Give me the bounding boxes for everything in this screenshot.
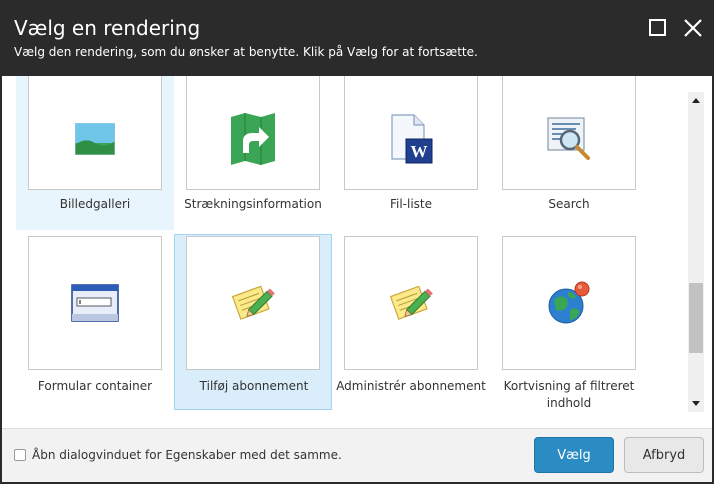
open-properties-option[interactable]: Åbn dialogvinduet for Egenskaber med det… (14, 448, 342, 462)
notepad-pencil-icon (389, 285, 433, 320)
tile-label: Fil-liste (389, 197, 433, 211)
tile-label: Billedgalleri (59, 197, 131, 211)
rendering-tile[interactable]: Strækningsinformation (174, 76, 332, 230)
dialog-subtitle: Vælg den rendering, som du ønsker at ben… (14, 45, 478, 59)
maximize-icon[interactable] (647, 17, 669, 39)
tile-label: Kortvisning af filtreret indhold (503, 379, 635, 410)
tile-thumbnail (502, 236, 636, 370)
rendering-tile[interactable]: Administrér abonnement (332, 234, 490, 410)
scrollbar-thumb[interactable] (689, 283, 703, 353)
dialog-title: Vælg en rendering (14, 16, 201, 40)
rendering-tile[interactable]: Kortvisning af filtreret indhold (490, 234, 648, 410)
dialog-footer: Åbn dialogvinduet for Egenskaber med det… (2, 428, 712, 482)
vertical-scrollbar[interactable] (688, 92, 704, 412)
rendering-tile[interactable]: Billedgalleri (16, 76, 174, 230)
open-properties-checkbox[interactable] (14, 449, 26, 461)
route-sign-icon (231, 112, 275, 165)
rendering-tile[interactable]: W Fil-liste (332, 76, 490, 230)
tile-label: Search (548, 197, 590, 211)
notepad-pencil-icon (231, 285, 275, 320)
rendering-tile-selected[interactable]: Tilføj abonnement (174, 234, 332, 410)
select-button[interactable]: Vælg (534, 437, 614, 473)
tile-thumbnail (28, 236, 162, 370)
tile-thumbnail (186, 236, 320, 370)
rendering-tile[interactable]: Formular container (16, 234, 174, 410)
image-gallery-icon (75, 122, 115, 155)
globe-pin-icon (548, 281, 590, 324)
tile-label: Administrér abonnement (336, 379, 486, 393)
tile-thumbnail (344, 236, 478, 370)
tile-thumbnail (186, 76, 320, 190)
cancel-button[interactable]: Afbryd (624, 437, 704, 473)
open-properties-label: Åbn dialogvinduet for Egenskaber med det… (32, 448, 342, 462)
tile-label: Strækningsinformation (184, 197, 322, 211)
tile-thumbnail (502, 76, 636, 190)
tile-label: Tilføj abonnement (199, 379, 309, 393)
scroll-down-arrow-icon[interactable] (692, 401, 700, 406)
form-window-icon (71, 284, 119, 322)
scroll-up-arrow-icon[interactable] (692, 98, 700, 103)
dialog-header: Vælg en rendering Vælg den rendering, so… (2, 2, 712, 76)
tile-label: Formular container (37, 379, 153, 393)
close-icon[interactable] (682, 17, 704, 39)
tile-thumbnail: W (344, 76, 478, 190)
word-document-icon: W (391, 114, 433, 164)
rendering-list: Billedgalleri Strækningsinformation W Fi… (2, 76, 712, 428)
rendering-dialog: Vælg en rendering Vælg den rendering, so… (0, 0, 714, 484)
rendering-tile[interactable]: Search (490, 76, 648, 230)
svg-text:W: W (411, 142, 428, 161)
tile-thumbnail (28, 76, 162, 190)
magnifier-document-icon (547, 117, 590, 160)
